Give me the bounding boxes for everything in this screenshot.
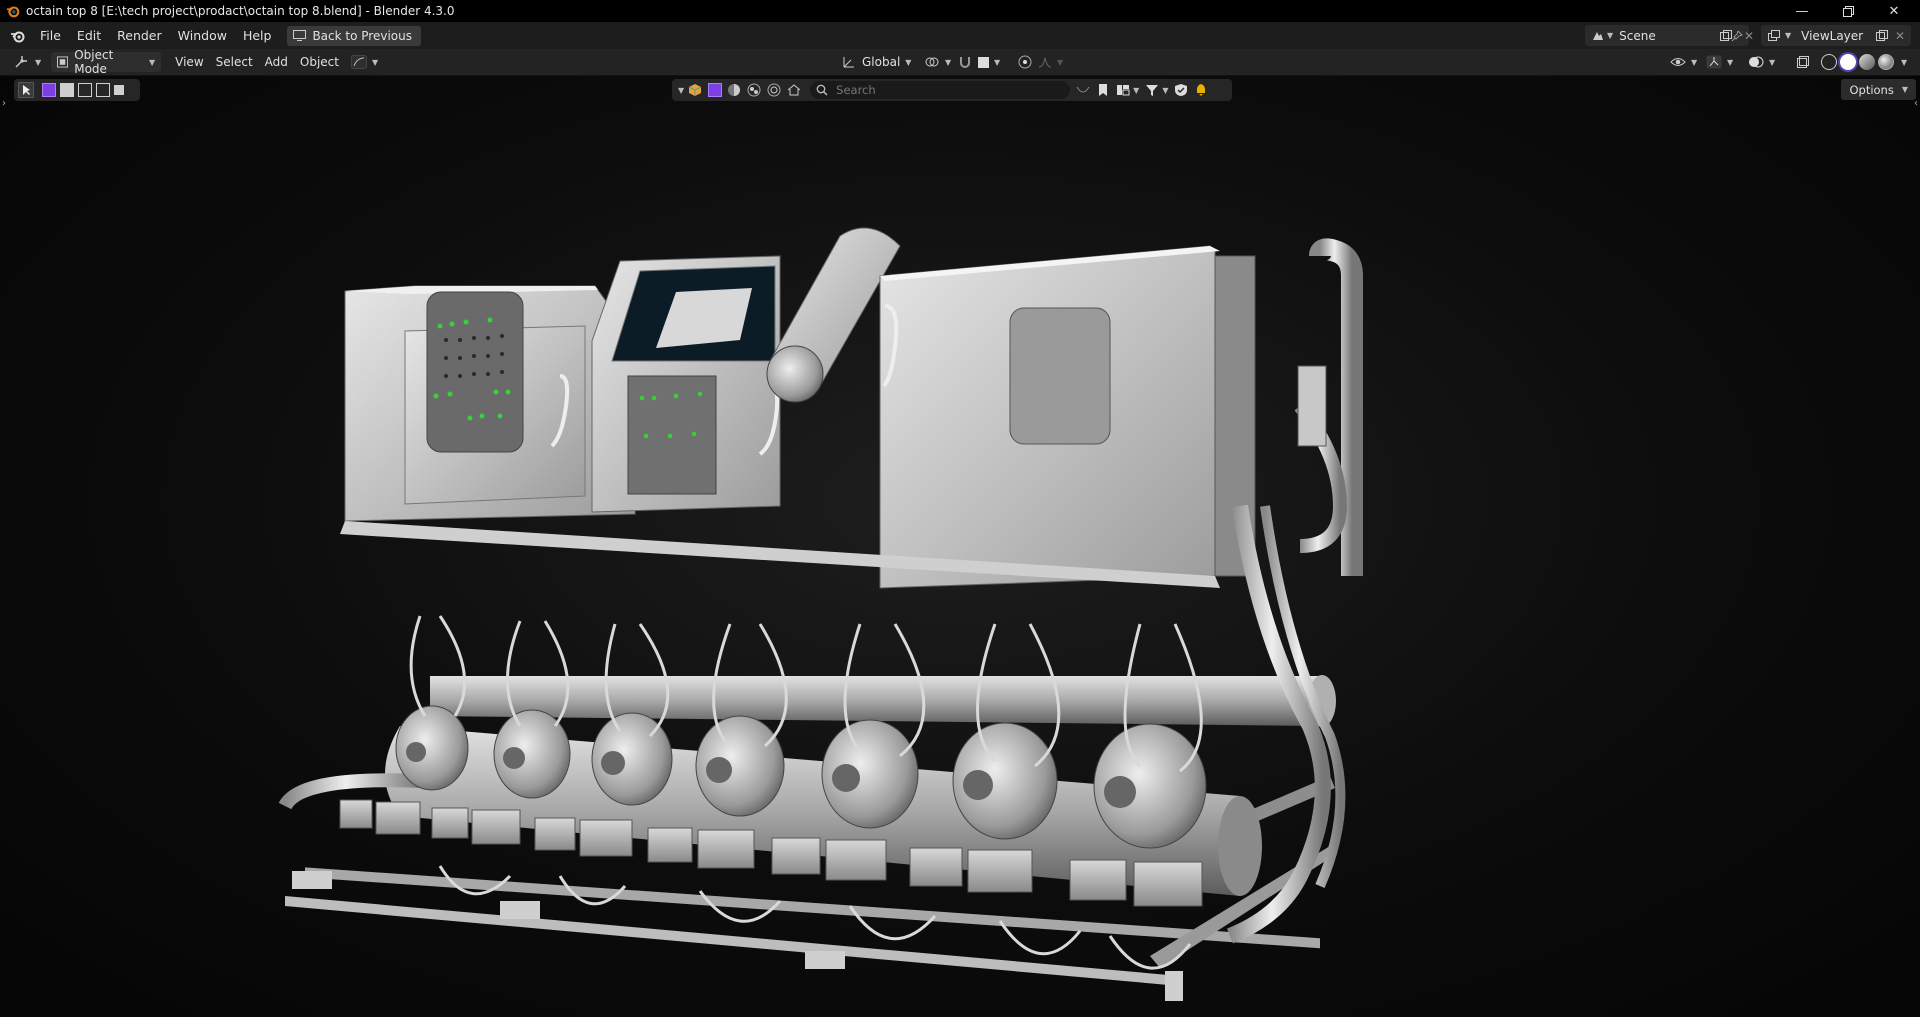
wireframe-shading-icon[interactable] [1821, 54, 1837, 70]
menu-render[interactable]: Render [109, 22, 170, 49]
chevron-down-icon: ▼ [945, 57, 952, 67]
x-icon[interactable]: ✕ [1895, 29, 1905, 43]
gizmo-curve-button[interactable]: ▼ [345, 52, 384, 72]
xray-icon [1797, 56, 1809, 68]
orientation-icon [843, 57, 854, 68]
menu-file[interactable]: File [32, 22, 69, 49]
visibility-dropdown[interactable]: ▼ [1664, 52, 1703, 72]
menu-view[interactable]: View [169, 52, 209, 72]
back-to-previous-button[interactable]: Back to Previous [287, 25, 421, 46]
object-mode-label: Object Mode [74, 48, 114, 76]
new-scene-button[interactable] [1719, 25, 1741, 46]
eye-icon [1670, 58, 1686, 66]
transform-orientation-dropdown[interactable]: Global ▼ [836, 52, 917, 72]
xray-toggle[interactable] [1790, 52, 1816, 72]
chevron-down-icon: ▼ [1727, 57, 1734, 67]
chevron-down-icon: ▼ [905, 57, 912, 67]
restore-icon [1842, 5, 1854, 17]
object-mode-icon [57, 56, 69, 68]
back-to-previous-label: Back to Previous [312, 28, 412, 43]
viewport-header: ▼ Object Mode ▼ View Select Add Object ▼… [0, 48, 1920, 76]
minimize-button[interactable]: — [1779, 0, 1825, 22]
curve-icon [351, 55, 367, 69]
proportional-edit-icon [1018, 55, 1032, 69]
3d-viewport-icon [15, 56, 27, 68]
blender-menu-icon[interactable] [10, 28, 26, 44]
pivot-icon [925, 57, 939, 67]
menu-edit[interactable]: Edit [69, 22, 109, 49]
overlays-toggle[interactable]: ▼ [1742, 52, 1781, 72]
chevron-down-icon: ▼ [1607, 31, 1614, 40]
chevron-down-icon: ▼ [149, 57, 156, 67]
chevron-down-icon: ▼ [994, 57, 1001, 67]
compressor-rack-model[interactable] [0, 76, 1920, 1017]
object-mode-dropdown[interactable]: Object Mode ▼ [51, 48, 162, 76]
minimize-icon: — [1795, 3, 1809, 19]
snap-increment-icon [978, 56, 989, 68]
orientation-label: Global [862, 55, 901, 69]
scene-name: Scene [1619, 28, 1656, 43]
chevron-down-icon: ▼ [1057, 57, 1064, 67]
menu-help[interactable]: Help [235, 22, 280, 49]
view-layer-selector[interactable]: ▼ ViewLayer ✕ [1761, 25, 1911, 46]
blender-logo-icon [6, 6, 20, 18]
overlay-icon [1749, 56, 1764, 68]
rendered-shading-icon[interactable] [1878, 54, 1894, 70]
close-button[interactable]: ✕ [1871, 0, 1917, 22]
menu-add[interactable]: Add [259, 52, 294, 72]
view-layer-name: ViewLayer [1801, 28, 1864, 43]
close-icon: ✕ [1888, 3, 1900, 19]
screen-icon [293, 30, 307, 41]
delete-scene-button[interactable]: ✕ [1744, 25, 1754, 46]
duplicate-icon [1720, 29, 1732, 41]
chevron-down-icon: ▼ [372, 57, 379, 67]
restore-button[interactable] [1825, 0, 1871, 22]
solid-shading-icon[interactable] [1840, 54, 1856, 70]
gizmo-icon [1706, 55, 1722, 69]
editor-type-selector[interactable]: ▼ [8, 52, 47, 72]
falloff-dropdown[interactable]: ▼ [1032, 52, 1069, 72]
chevron-down-icon: ▼ [1785, 31, 1792, 40]
title-bar: octain top 8 [E:\tech project\prodact\oc… [0, 0, 1920, 22]
chevron-down-icon: ▼ [35, 57, 42, 67]
view-layer-icon [1768, 29, 1780, 41]
menu-object[interactable]: Object [294, 52, 345, 72]
gizmo-toggle[interactable]: ▼ [1700, 52, 1739, 72]
3d-viewport[interactable]: › ‹ ▼ Search ▼ ▼ Options ▼ [0, 76, 1920, 1017]
menu-window[interactable]: Window [170, 22, 235, 49]
shading-mode-group[interactable]: ▼ [1814, 52, 1913, 72]
duplicate-icon[interactable] [1875, 29, 1889, 43]
x-icon: ✕ [1744, 28, 1755, 43]
snap-target-dropdown[interactable]: ▼ [972, 52, 1006, 72]
chevron-down-icon: ▼ [1769, 57, 1776, 67]
chevron-down-icon: ▼ [1691, 57, 1698, 67]
falloff-curve-icon [1038, 57, 1052, 68]
menu-select[interactable]: Select [210, 52, 259, 72]
window-title: octain top 8 [E:\tech project\prodact\oc… [26, 4, 455, 18]
material-shading-icon[interactable] [1859, 54, 1875, 70]
chevron-down-icon[interactable]: ▼ [1901, 58, 1907, 67]
magnet-icon [960, 57, 970, 68]
scene-icon [1593, 31, 1603, 40]
